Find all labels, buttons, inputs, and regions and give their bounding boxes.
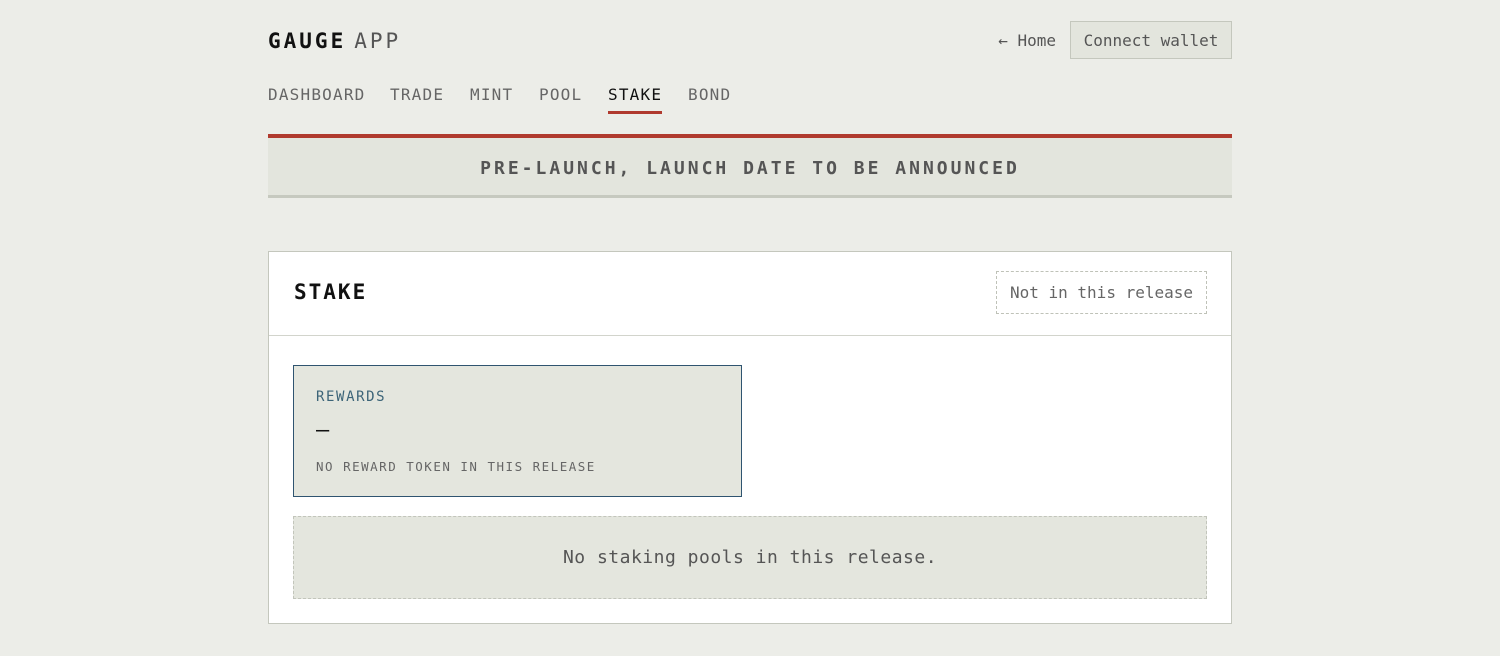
app-header: GAUGE APP ← Home Connect wallet — [268, 21, 1232, 62]
rewards-value: — — [316, 418, 330, 443]
banner-text: PRE-LAUNCH, LAUNCH DATE TO BE ANNOUNCED — [480, 158, 1020, 179]
nav-item-trade[interactable]: TRADE — [390, 85, 444, 111]
empty-pools-message: No staking pools in this release. — [293, 516, 1207, 599]
nav-item-mint[interactable]: MINT — [470, 85, 513, 111]
nav-item-stake[interactable]: STAKE — [608, 85, 663, 114]
release-status-badge: Not in this release — [996, 271, 1207, 314]
rewards-note: NO REWARD TOKEN IN THIS RELEASE — [316, 459, 596, 474]
rewards-panel: REWARDS — NO REWARD TOKEN IN THIS RELEAS… — [293, 365, 742, 497]
home-link[interactable]: ← Home — [998, 31, 1056, 51]
brand-suffix: APP — [354, 29, 402, 53]
main-nav: DASHBOARD TRADE MINT POOL STAKE BOND — [268, 85, 1232, 115]
nav-item-dashboard[interactable]: DASHBOARD — [268, 85, 366, 111]
rewards-label: REWARDS — [316, 389, 387, 405]
prelaunch-banner: PRE-LAUNCH, LAUNCH DATE TO BE ANNOUNCED — [268, 134, 1232, 198]
card-header: STAKE Not in this release — [269, 252, 1231, 336]
stake-card: STAKE Not in this release REWARDS — NO R… — [268, 251, 1232, 624]
brand-name: GAUGE — [268, 29, 347, 53]
card-title: STAKE — [294, 280, 368, 304]
nav-item-bond[interactable]: BOND — [688, 85, 731, 111]
brand-logo[interactable]: GAUGE APP — [268, 29, 401, 53]
connect-wallet-button[interactable]: Connect wallet — [1070, 21, 1232, 59]
nav-item-pool[interactable]: POOL — [539, 85, 582, 111]
